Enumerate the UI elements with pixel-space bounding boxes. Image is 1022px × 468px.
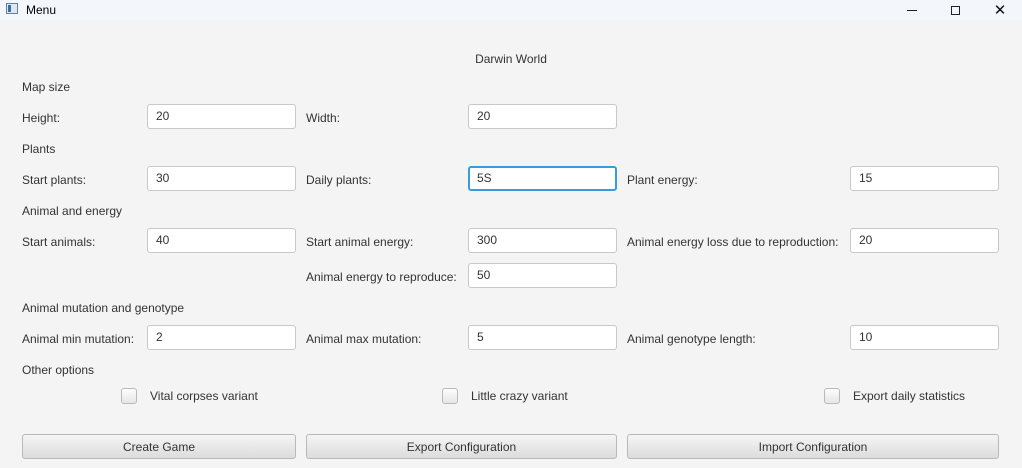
export-configuration-button[interactable]: Export Configuration — [306, 434, 617, 459]
start-animal-energy-field[interactable]: 300 — [468, 228, 617, 253]
start-animals-field[interactable]: 40 — [147, 228, 296, 253]
section-animal-energy: Animal and energy — [22, 204, 123, 218]
genotype-length-label: Animal genotype length: — [627, 332, 756, 346]
minimize-icon — [907, 9, 917, 11]
vital-corpses-option[interactable]: Vital corpses variant — [121, 388, 258, 404]
window-title: Menu — [26, 3, 57, 17]
section-other-options: Other options — [22, 363, 95, 377]
start-plants-field[interactable]: 30 — [147, 166, 296, 191]
energy-to-reproduce-label: Animal energy to reproduce: — [306, 270, 457, 284]
energy-to-reproduce-field[interactable]: 50 — [468, 263, 617, 288]
min-mutation-field[interactable]: 2 — [147, 325, 296, 350]
width-label: Width: — [306, 111, 341, 125]
max-mutation-label: Animal max mutation: — [306, 332, 422, 346]
width-field[interactable]: 20 — [468, 104, 617, 129]
little-crazy-checkbox[interactable] — [442, 388, 458, 404]
app-title: Darwin World — [475, 52, 547, 66]
maximize-icon — [950, 5, 960, 15]
minimize-button[interactable] — [890, 0, 934, 20]
export-daily-stats-label: Export daily statistics — [853, 389, 966, 403]
close-icon: ✕ — [993, 1, 1007, 19]
energy-loss-reproduction-field[interactable]: 20 — [850, 228, 999, 253]
little-crazy-option[interactable]: Little crazy variant — [442, 388, 568, 404]
min-mutation-label: Animal min mutation: — [22, 332, 135, 346]
import-configuration-button[interactable]: Import Configuration — [627, 434, 999, 459]
plant-energy-field[interactable]: 15 — [850, 166, 999, 191]
height-field[interactable]: 20 — [147, 104, 296, 129]
daily-plants-label: Daily plants: — [306, 173, 372, 187]
maximize-button[interactable] — [933, 0, 977, 20]
plant-energy-label: Plant energy: — [627, 173, 698, 187]
start-animal-energy-label: Start animal energy: — [306, 235, 414, 249]
close-button[interactable]: ✕ — [978, 0, 1022, 20]
start-plants-label: Start plants: — [22, 173, 87, 187]
create-game-button[interactable]: Create Game — [22, 434, 296, 459]
export-daily-stats-checkbox[interactable] — [824, 388, 840, 404]
genotype-length-field[interactable]: 10 — [850, 325, 999, 350]
little-crazy-label: Little crazy variant — [471, 389, 568, 403]
energy-loss-reproduction-label: Animal energy loss due to reproduction: — [627, 235, 839, 249]
export-daily-stats-option[interactable]: Export daily statistics — [824, 388, 965, 404]
daily-plants-field[interactable]: 5S — [468, 166, 617, 191]
max-mutation-field[interactable]: 5 — [468, 325, 617, 350]
section-plants: Plants — [22, 142, 56, 156]
height-label: Height: — [22, 111, 61, 125]
section-map-size: Map size — [22, 80, 71, 94]
title-bar: Menu ✕ — [0, 0, 1022, 20]
vital-corpses-checkbox[interactable] — [121, 388, 137, 404]
app-window-icon — [6, 3, 18, 14]
section-mutation-genotype: Animal mutation and genotype — [22, 301, 185, 315]
vital-corpses-label: Vital corpses variant — [150, 389, 258, 403]
start-animals-label: Start animals: — [22, 235, 96, 249]
